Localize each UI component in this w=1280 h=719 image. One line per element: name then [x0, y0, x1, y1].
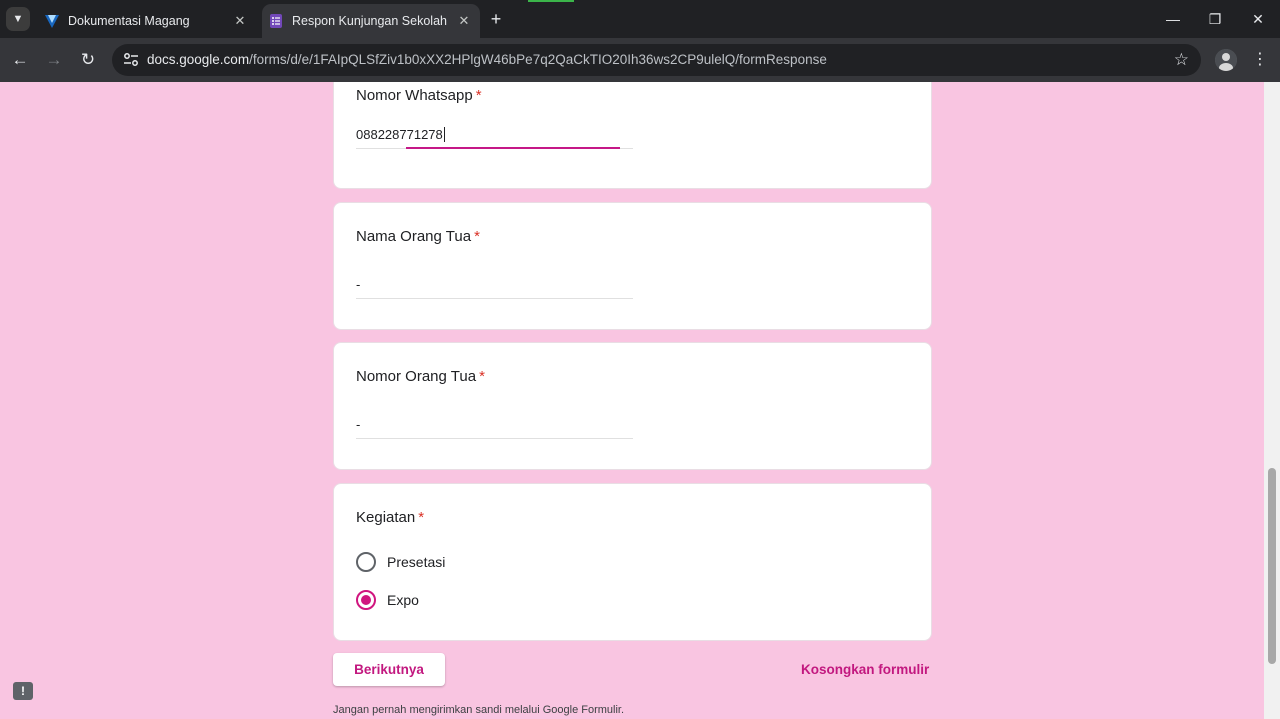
- question-title: Kegiatan *: [356, 509, 424, 526]
- report-feedback-icon[interactable]: !: [13, 682, 33, 700]
- address-bar[interactable]: docs.google.com/forms/d/e/1FAIpQLSfZiv1b…: [112, 44, 1201, 76]
- input-value: -: [356, 417, 361, 432]
- question-card-nomor-orang-tua: Nomor Orang Tua * -: [333, 342, 932, 470]
- close-icon[interactable]: ✕: [454, 13, 474, 29]
- radio-button[interactable]: [356, 552, 376, 572]
- url-domain: docs.google.com: [147, 52, 250, 67]
- radio-button-selected[interactable]: [356, 590, 376, 610]
- clear-form-link[interactable]: Kosongkan formulir: [801, 662, 929, 677]
- radio-option-presetasi[interactable]: Presetasi: [356, 552, 445, 572]
- tab-group-indicator: [528, 0, 574, 2]
- required-asterisk: *: [474, 228, 480, 245]
- site-settings-icon[interactable]: [122, 51, 140, 69]
- question-label: Nomor Whatsapp: [356, 87, 473, 104]
- scrollbar-thumb[interactable]: [1268, 468, 1276, 664]
- more-menu-icon[interactable]: ⋮: [1250, 48, 1270, 72]
- avatar-icon: [1215, 49, 1237, 71]
- minimize-icon[interactable]: —: [1161, 9, 1185, 29]
- radio-label: Expo: [387, 592, 419, 608]
- close-icon[interactable]: ✕: [230, 13, 250, 29]
- reload-icon[interactable]: ↻: [76, 48, 100, 72]
- question-title: Nomor Whatsapp *: [356, 87, 482, 104]
- radio-option-expo[interactable]: Expo: [356, 590, 419, 610]
- tab-search-button[interactable]: ▼: [6, 7, 30, 31]
- google-forms-icon: [270, 14, 282, 28]
- question-label: Nomor Orang Tua: [356, 368, 477, 385]
- required-asterisk: *: [475, 87, 482, 104]
- focus-underline: [406, 147, 620, 149]
- question-label: Nama Orang Tua: [356, 228, 472, 245]
- page-scrollbar[interactable]: [1264, 82, 1280, 719]
- radio-label: Presetasi: [387, 554, 446, 570]
- tab-dokumentasi-magang[interactable]: Dokumentasi Magang ✕: [38, 4, 256, 38]
- input-value: 088228771278: [356, 127, 443, 142]
- question-card-nomor-whatsapp: Nomor Whatsapp * 088228771278: [333, 82, 932, 189]
- url-text: docs.google.com/forms/d/e/1FAIpQLSfZiv1b…: [147, 52, 827, 67]
- whatsapp-input[interactable]: 088228771278: [356, 119, 633, 149]
- tab-respon-kunjungan-sekolah[interactable]: Respon Kunjungan Sekolah ✕: [262, 4, 480, 38]
- required-asterisk: *: [479, 368, 485, 385]
- question-title: Nomor Orang Tua *: [356, 368, 485, 385]
- restore-icon[interactable]: ❐: [1203, 9, 1227, 29]
- forward-arrow-icon[interactable]: →: [42, 48, 66, 72]
- tab-title: Respon Kunjungan Sekolah: [292, 14, 447, 28]
- back-arrow-icon[interactable]: ←: [8, 48, 32, 72]
- question-card-kegiatan: Kegiatan * Presetasi Expo: [333, 483, 932, 641]
- bookmark-star-icon[interactable]: ☆: [1174, 50, 1189, 70]
- tab-title: Dokumentasi Magang: [68, 14, 190, 28]
- question-label: Kegiatan: [356, 509, 416, 526]
- tab-strip: ▼ Dokumentasi Magang ✕ Respon Kunjungan …: [0, 0, 1280, 38]
- question-title: Nama Orang Tua *: [356, 228, 480, 245]
- input-value: -: [356, 277, 361, 292]
- required-asterisk: *: [418, 509, 425, 526]
- new-tab-plus-icon[interactable]: +: [486, 9, 506, 29]
- nomor-orang-tua-input[interactable]: -: [356, 409, 633, 439]
- question-card-nama-orang-tua: Nama Orang Tua * -: [333, 202, 932, 330]
- browser-toolbar: ← → ↻ docs.google.com/forms/d/e/1FAIpQLS…: [0, 38, 1280, 82]
- password-warning-note: Jangan pernah mengirimkan sandi melalui …: [333, 704, 625, 716]
- url-path: /forms/d/e/1FAIpQLSfZiv1b0xXX2HPlgW46bPe…: [249, 52, 827, 67]
- vuetify-icon: [45, 15, 59, 28]
- form-page: Nomor Whatsapp * 088228771278 Nama Orang …: [0, 82, 1264, 719]
- profile-avatar[interactable]: [1215, 49, 1237, 71]
- window-close-icon[interactable]: ✕: [1246, 9, 1270, 29]
- nama-orang-tua-input[interactable]: -: [356, 269, 633, 299]
- next-button[interactable]: Berikutnya: [333, 653, 445, 686]
- text-caret: [443, 127, 445, 142]
